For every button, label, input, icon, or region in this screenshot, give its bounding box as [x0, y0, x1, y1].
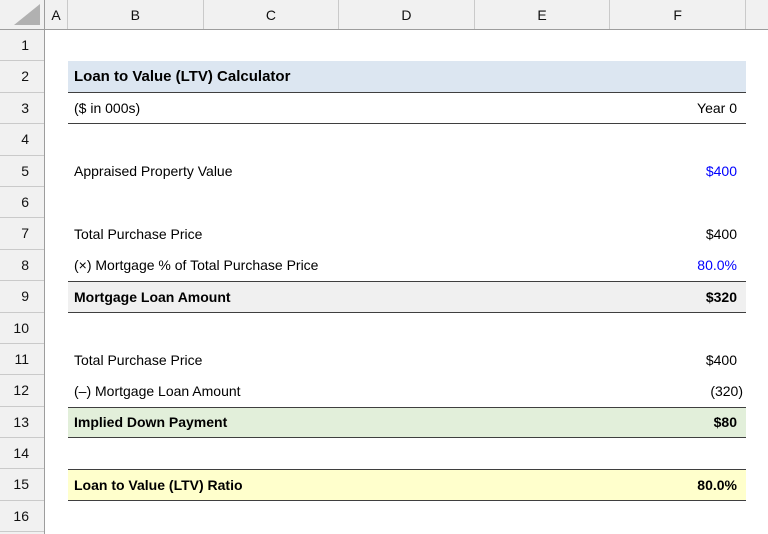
select-all-triangle-icon: [14, 4, 40, 25]
select-all-button[interactable]: [0, 0, 45, 30]
grid-row-4[interactable]: [45, 124, 768, 155]
row-header-3[interactable]: 3: [0, 93, 44, 125]
mortgage-pct-input[interactable]: 80.0%: [697, 257, 746, 273]
grid-row-10[interactable]: [45, 313, 768, 344]
row-header-4[interactable]: 4: [0, 124, 44, 156]
row-header-13[interactable]: 13: [0, 407, 44, 439]
mortgage-loan-row[interactable]: Mortgage Loan Amount $320: [68, 281, 746, 313]
column-headers: A B C D E F: [45, 0, 768, 30]
page-title: Loan to Value (LTV) Calculator: [74, 68, 291, 86]
row-header-7[interactable]: 7: [0, 218, 44, 250]
sheet-body: Loan to Value (LTV) Calculator ($ in 000…: [45, 30, 768, 534]
mortgage-loan-value: $320: [705, 288, 737, 305]
mortgage-pct-row[interactable]: (×) Mortgage % of Total Purchase Price 8…: [68, 250, 746, 281]
spreadsheet: A B C D E F 1 2 3 4 5 6 7 8 9 10 11 12 1…: [0, 0, 768, 534]
less-mortgage-label: (–) Mortgage Loan Amount: [74, 382, 241, 399]
grid-row-15: Loan to Value (LTV) Ratio 80.0%: [45, 469, 768, 501]
column-header-e[interactable]: E: [475, 0, 611, 29]
grid-row-9: Mortgage Loan Amount $320: [45, 281, 768, 313]
column-header-a[interactable]: A: [45, 0, 68, 29]
period-header: Year 0: [697, 99, 737, 116]
row-header-6[interactable]: 6: [0, 187, 44, 219]
column-header-c[interactable]: C: [204, 0, 340, 29]
appraised-value-input[interactable]: $400: [706, 163, 746, 179]
ltv-ratio-row[interactable]: Loan to Value (LTV) Ratio 80.0%: [68, 469, 746, 501]
title-cell[interactable]: Loan to Value (LTV) Calculator: [68, 61, 746, 93]
ltv-ratio-value: 80.0%: [697, 477, 737, 494]
column-header-d[interactable]: D: [339, 0, 475, 29]
mortgage-loan-label: Mortgage Loan Amount: [74, 288, 231, 305]
grid-row-6[interactable]: [45, 187, 768, 218]
mortgage-pct-label: (×) Mortgage % of Total Purchase Price: [74, 257, 319, 274]
grid-row-16[interactable]: [45, 501, 768, 532]
grid-row-11: Total Purchase Price $400: [45, 344, 768, 375]
grid-row-8: (×) Mortgage % of Total Purchase Price 8…: [45, 250, 768, 281]
row-headers: 1 2 3 4 5 6 7 8 9 10 11 12 13 14 15 16: [0, 30, 45, 534]
appraised-value-row[interactable]: Appraised Property Value $400: [68, 156, 746, 187]
row-header-2[interactable]: 2: [0, 61, 44, 93]
down-payment-value: $80: [713, 414, 737, 431]
row-header-11[interactable]: 11: [0, 344, 44, 376]
purchase-price-value-1: $400: [705, 226, 737, 243]
row-header-1[interactable]: 1: [0, 30, 44, 62]
row-header-8[interactable]: 8: [0, 250, 44, 282]
purchase-price-label-2: Total Purchase Price: [74, 351, 203, 368]
down-payment-label: Implied Down Payment: [74, 414, 228, 431]
ltv-ratio-label: Loan to Value (LTV) Ratio: [74, 477, 243, 494]
column-header-b[interactable]: B: [68, 0, 204, 29]
row-header-15[interactable]: 15: [0, 469, 44, 501]
row-header-14[interactable]: 14: [0, 438, 44, 470]
row-header-10[interactable]: 10: [0, 313, 44, 344]
purchase-price-row-1[interactable]: Total Purchase Price $400: [68, 218, 746, 249]
units-row[interactable]: ($ in 000s) Year 0: [68, 93, 746, 125]
column-header-f[interactable]: F: [610, 0, 746, 29]
less-mortgage-row[interactable]: (–) Mortgage Loan Amount (320): [68, 375, 746, 406]
appraised-value-label: Appraised Property Value: [74, 163, 233, 180]
purchase-price-label-1: Total Purchase Price: [74, 226, 203, 243]
grid-row-14[interactable]: [45, 438, 768, 469]
units-note: ($ in 000s): [74, 99, 141, 116]
grid-row-12: (–) Mortgage Loan Amount (320): [45, 375, 768, 406]
grid-row-1[interactable]: [45, 30, 768, 61]
grid-row-3: ($ in 000s) Year 0: [45, 93, 768, 125]
column-header-partial[interactable]: [746, 0, 768, 29]
purchase-price-value-2: $400: [705, 351, 737, 368]
row-header-9[interactable]: 9: [0, 281, 44, 313]
row-header-16[interactable]: 16: [0, 501, 44, 533]
less-mortgage-value: (320): [710, 382, 743, 399]
row-header-5[interactable]: 5: [0, 156, 44, 187]
grid-row-7: Total Purchase Price $400: [45, 218, 768, 249]
grid-row-5: Appraised Property Value $400: [45, 156, 768, 187]
grid-row-2: Loan to Value (LTV) Calculator: [45, 61, 768, 93]
down-payment-row[interactable]: Implied Down Payment $80: [68, 406, 746, 439]
row-header-12[interactable]: 12: [0, 375, 44, 407]
purchase-price-row-2[interactable]: Total Purchase Price $400: [68, 344, 746, 375]
grid-row-13: Implied Down Payment $80: [45, 406, 768, 439]
